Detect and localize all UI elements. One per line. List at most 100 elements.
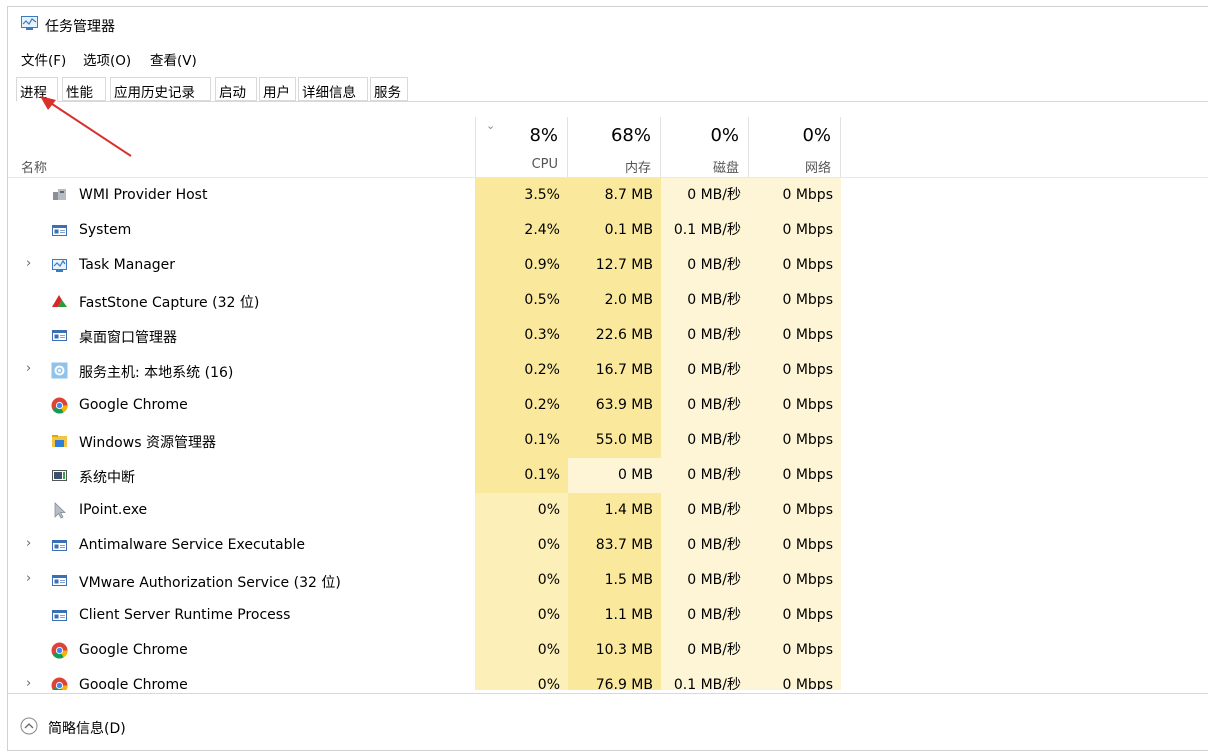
process-row[interactable]: Google Chrome 0% 10.3 MB 0 MB/秒 0 Mbps bbox=[8, 633, 1208, 668]
process-disk-cell: 0 MB/秒 bbox=[661, 528, 749, 563]
process-network-cell: 0 Mbps bbox=[749, 248, 841, 283]
chevron-right-icon[interactable]: › bbox=[26, 256, 31, 271]
process-memory-cell: 83.7 MB bbox=[568, 528, 661, 563]
tab-services[interactable]: 服务 bbox=[370, 77, 408, 101]
chevron-right-icon[interactable]: › bbox=[26, 536, 31, 551]
window-app-icon bbox=[51, 607, 68, 624]
process-row[interactable]: › VMware Authorization Service (32 位) 0% 1.… bbox=[8, 563, 1208, 598]
process-memory-cell: 12.7 MB bbox=[568, 248, 661, 283]
process-disk-cell: 0 MB/秒 bbox=[661, 318, 749, 353]
folder-icon bbox=[51, 432, 68, 449]
menu-file[interactable]: 文件(F) bbox=[21, 49, 66, 69]
process-disk-cell: 0.1 MB/秒 bbox=[661, 668, 749, 690]
process-memory-cell: 63.9 MB bbox=[568, 388, 661, 423]
chevron-up-circle-icon[interactable] bbox=[20, 717, 38, 735]
menu-bar: 文件(F) 选项(O) 查看(V) bbox=[8, 45, 1208, 69]
chrome-icon bbox=[51, 677, 68, 690]
process-row[interactable]: Windows 资源管理器 0.1% 55.0 MB 0 MB/秒 0 Mbps bbox=[8, 423, 1208, 458]
footer-bar: 简略信息(D) bbox=[8, 693, 1208, 752]
process-cpu-cell: 0.1% bbox=[475, 458, 568, 493]
column-cpu-header[interactable]: ⌄ 8% CPU bbox=[475, 117, 568, 177]
process-memory-cell: 10.3 MB bbox=[568, 633, 661, 668]
process-network-cell: 0 Mbps bbox=[749, 668, 841, 690]
process-network-cell: 0 Mbps bbox=[749, 493, 841, 528]
process-disk-cell: 0 MB/秒 bbox=[661, 248, 749, 283]
column-name-header[interactable]: 名称 bbox=[21, 157, 47, 176]
process-row[interactable]: › 服务主机: 本地系统 (16) 0.2% 16.7 MB 0 MB/秒 0 Mbps bbox=[8, 353, 1208, 388]
process-cpu-cell: 0.1% bbox=[475, 423, 568, 458]
process-network-cell: 0 Mbps bbox=[749, 213, 841, 248]
process-cpu-cell: 0% bbox=[475, 563, 568, 598]
window-app-icon bbox=[51, 537, 68, 554]
menu-options[interactable]: 选项(O) bbox=[83, 49, 131, 69]
pointer-icon bbox=[51, 502, 68, 519]
process-row[interactable]: › Task Manager 0.9% 12.7 MB 0 MB/秒 0 Mbps bbox=[8, 248, 1208, 283]
wmi-icon bbox=[51, 187, 68, 204]
column-disk-header[interactable]: 0% 磁盘 bbox=[661, 117, 749, 177]
process-row[interactable]: 系统中断 0.1% 0 MB 0 MB/秒 0 Mbps bbox=[8, 458, 1208, 493]
process-cpu-cell: 3.5% bbox=[475, 178, 568, 213]
process-name: VMware Authorization Service (32 位) bbox=[79, 575, 341, 591]
chrome-icon bbox=[51, 397, 68, 414]
process-disk-cell: 0 MB/秒 bbox=[661, 458, 749, 493]
process-row[interactable]: System 2.4% 0.1 MB 0.1 MB/秒 0 Mbps bbox=[8, 213, 1208, 248]
process-row[interactable]: WMI Provider Host 3.5% 8.7 MB 0 MB/秒 0 Mbps bbox=[8, 178, 1208, 213]
menu-view[interactable]: 查看(V) bbox=[150, 49, 197, 69]
process-memory-cell: 55.0 MB bbox=[568, 423, 661, 458]
process-memory-cell: 16.7 MB bbox=[568, 353, 661, 388]
process-disk-cell: 0 MB/秒 bbox=[661, 353, 749, 388]
column-memory-header[interactable]: 68% 内存 bbox=[568, 117, 661, 177]
process-memory-cell: 1.1 MB bbox=[568, 598, 661, 633]
process-network-cell: 0 Mbps bbox=[749, 528, 841, 563]
disk-label: 磁盘 bbox=[712, 161, 739, 176]
process-name: Antimalware Service Executable bbox=[79, 537, 306, 553]
process-cpu-cell: 0% bbox=[475, 633, 568, 668]
process-row[interactable]: 桌面窗口管理器 0.3% 22.6 MB 0 MB/秒 0 Mbps bbox=[8, 318, 1208, 353]
process-row[interactable]: › Google Chrome 0% 76.9 MB 0.1 MB/秒 0 Mbps bbox=[8, 668, 1208, 690]
process-row[interactable]: Client Server Runtime Process 0% 1.1 MB 0 M… bbox=[8, 598, 1208, 633]
cpu-label: CPU bbox=[531, 157, 558, 172]
process-name: Google Chrome bbox=[79, 677, 188, 690]
process-network-cell: 0 Mbps bbox=[749, 283, 841, 318]
process-name: Google Chrome bbox=[79, 642, 188, 658]
process-name: System bbox=[79, 222, 132, 238]
process-name: Task Manager bbox=[79, 257, 176, 273]
process-name: Client Server Runtime Process bbox=[79, 607, 291, 623]
network-label: 网络 bbox=[804, 161, 831, 176]
disk-total-percent: 0% bbox=[710, 125, 739, 146]
window-app-icon bbox=[51, 327, 68, 344]
process-cpu-cell: 0% bbox=[475, 668, 568, 690]
column-network-header[interactable]: 0% 网络 bbox=[749, 117, 841, 177]
process-name: Google Chrome bbox=[79, 397, 188, 413]
chevron-right-icon[interactable]: › bbox=[26, 676, 31, 690]
process-list: WMI Provider Host 3.5% 8.7 MB 0 MB/秒 0 Mbps S… bbox=[8, 178, 1208, 690]
process-network-cell: 0 Mbps bbox=[749, 353, 841, 388]
task-manager-icon bbox=[21, 16, 38, 30]
process-disk-cell: 0 MB/秒 bbox=[661, 388, 749, 423]
tab-users[interactable]: 用户 bbox=[259, 77, 296, 101]
process-network-cell: 0 Mbps bbox=[749, 318, 841, 353]
process-cpu-cell: 0.2% bbox=[475, 353, 568, 388]
process-network-cell: 0 Mbps bbox=[749, 598, 841, 633]
process-row[interactable]: Google Chrome 0.2% 63.9 MB 0 MB/秒 0 Mbps bbox=[8, 388, 1208, 423]
process-memory-cell: 76.9 MB bbox=[568, 668, 661, 690]
process-cpu-cell: 0.2% bbox=[475, 388, 568, 423]
process-row[interactable]: FastStone Capture (32 位) 0.5% 2.0 MB 0 MB/秒… bbox=[8, 283, 1208, 318]
process-cpu-cell: 0.9% bbox=[475, 248, 568, 283]
process-disk-cell: 0.1 MB/秒 bbox=[661, 213, 749, 248]
window-app-icon bbox=[51, 572, 68, 589]
process-memory-cell: 1.4 MB bbox=[568, 493, 661, 528]
fewer-details-button[interactable]: 简略信息(D) bbox=[48, 718, 126, 738]
tab-processes[interactable]: 进程 bbox=[16, 77, 58, 102]
tab-app-history[interactable]: 应用历史记录 bbox=[110, 77, 211, 101]
tab-startup[interactable]: 启动 bbox=[215, 77, 257, 101]
tab-details[interactable]: 详细信息 bbox=[298, 77, 368, 101]
chevron-right-icon[interactable]: › bbox=[26, 361, 31, 376]
chevron-right-icon[interactable]: › bbox=[26, 571, 31, 586]
process-name: 服务主机: 本地系统 (16) bbox=[79, 365, 234, 381]
tab-performance[interactable]: 性能 bbox=[62, 77, 106, 101]
process-disk-cell: 0 MB/秒 bbox=[661, 423, 749, 458]
process-row[interactable]: › Antimalware Service Executable 0% 83.7 MB… bbox=[8, 528, 1208, 563]
process-row[interactable]: IPoint.exe 0% 1.4 MB 0 MB/秒 0 Mbps bbox=[8, 493, 1208, 528]
process-disk-cell: 0 MB/秒 bbox=[661, 283, 749, 318]
